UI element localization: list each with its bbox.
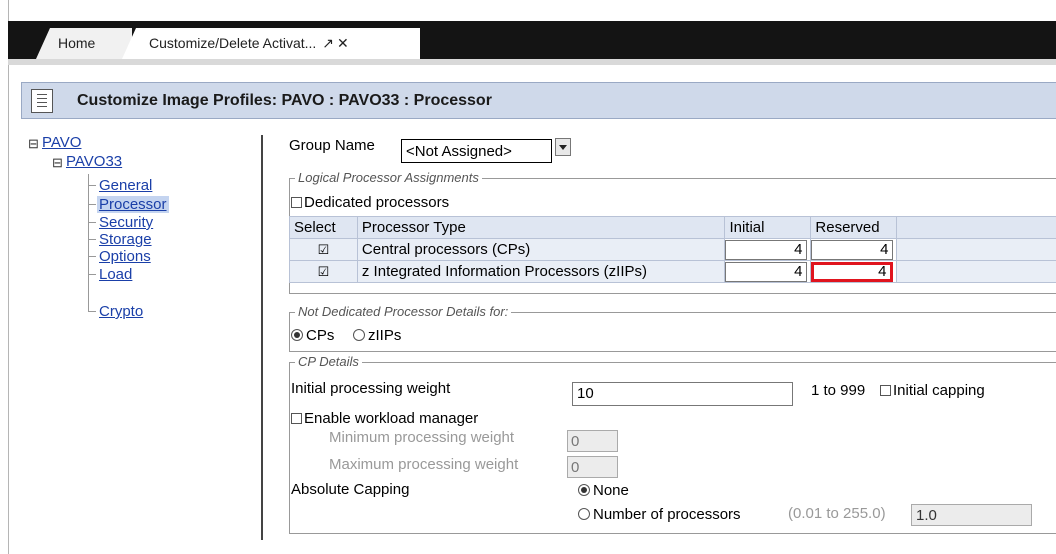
tree-line [88, 204, 96, 205]
table-row: ☑ z Integrated Information Processors (z… [289, 260, 1056, 283]
initial-capping-label: Initial capping [893, 382, 985, 399]
capping-none-label: None [593, 482, 629, 499]
dedicated-processors[interactable]: Dedicated processors [291, 194, 449, 211]
tree-item-general[interactable]: General [99, 177, 152, 194]
tree-item-crypto[interactable]: Crypto [99, 303, 143, 320]
initial-capping[interactable]: Initial capping [880, 382, 985, 399]
weight-range: 1 to 999 [811, 382, 866, 399]
tree-line [88, 222, 96, 223]
page-header: Customize Image Profiles: PAVO : PAVO33 … [21, 82, 1056, 119]
tab-home[interactable]: Home [36, 28, 132, 59]
tree-line [88, 274, 96, 275]
tree-item-storage[interactable]: Storage [99, 231, 152, 248]
tab-home-label: Home [58, 35, 96, 51]
processor-type-cell: z Integrated Information Processors (zII… [356, 260, 726, 283]
chevron-down-icon[interactable] [555, 138, 571, 156]
radio-cps-button[interactable] [291, 329, 303, 341]
radio-cps[interactable]: CPs [291, 327, 334, 344]
tree-item-options[interactable]: Options [99, 248, 151, 265]
page-title: Customize Image Profiles: PAVO : PAVO33 … [77, 92, 492, 109]
radio-ziips-label: zIIPs [368, 327, 402, 344]
initial-cell: 4 [724, 260, 812, 283]
col-reserved: Reserved [810, 216, 898, 239]
enable-wlm-label: Enable workload manager [304, 410, 479, 427]
reserved-cell: 4 [810, 238, 898, 261]
max-weight-label: Maximum processing weight [329, 456, 519, 473]
table-row: ☑ Central processors (CPs) 4 4 [289, 238, 1056, 261]
tree-line [88, 174, 89, 312]
initial-weight-label: Initial processing weight [291, 380, 451, 397]
tab-customize-delete-activation[interactable]: Customize/Delete Activat... ↗ ✕ [122, 28, 420, 59]
tree-item-load[interactable]: Load [99, 266, 132, 283]
processor-type-cell: Central processors (CPs) [356, 238, 726, 261]
initial-input[interactable]: 4 [725, 239, 808, 260]
dedicated-checkbox[interactable] [291, 197, 302, 208]
panel-splitter[interactable] [261, 135, 263, 540]
reserved-input[interactable]: 4 [811, 239, 894, 260]
spacer-cell [896, 238, 1056, 261]
min-weight-label: Minimum processing weight [329, 429, 515, 446]
processor-table: Select Processor Type Initial Reserved ☑… [289, 216, 1056, 283]
pop-out-icon[interactable]: ↗ [322, 35, 334, 51]
tab-separator [8, 59, 1056, 65]
row-select-checkbox[interactable]: ☑ [289, 238, 358, 261]
cp-details-legend: CP Details [295, 354, 362, 369]
capping-none-radio[interactable] [578, 484, 590, 496]
processors-input[interactable]: 1.0 [911, 504, 1032, 526]
tree-line [88, 239, 96, 240]
initial-weight-input[interactable]: 10 [572, 382, 793, 406]
capping-number[interactable]: Number of processors [578, 506, 741, 523]
col-spacer [896, 216, 1056, 239]
row-select-checkbox[interactable]: ☑ [289, 260, 358, 283]
tree-line [88, 256, 96, 257]
checkmark-icon: ☑ [317, 263, 330, 279]
table-header-row: Select Processor Type Initial Reserved [289, 216, 1056, 239]
tree-item-security[interactable]: Security [99, 214, 153, 231]
dedicated-label: Dedicated processors [304, 194, 450, 211]
initial-capping-checkbox[interactable] [880, 385, 891, 396]
collapse-icon[interactable]: ⊟ [52, 155, 63, 171]
min-weight-input[interactable]: 0 [567, 430, 618, 452]
capping-number-label: Number of processors [593, 506, 741, 523]
radio-ziips[interactable]: zIIPs [353, 327, 401, 344]
capping-number-radio[interactable] [578, 508, 590, 520]
tree-item-processor[interactable]: Processor [97, 196, 169, 213]
radio-cps-label: CPs [306, 327, 335, 344]
document-icon [31, 89, 53, 113]
checkmark-icon: ☑ [317, 241, 330, 257]
tree-line [88, 185, 96, 186]
radio-ziips-button[interactable] [353, 329, 365, 341]
processors-range: (0.01 to 255.0) [788, 505, 886, 522]
absolute-capping-label: Absolute Capping [291, 481, 410, 498]
tree-node-root[interactable]: PAVO [42, 134, 81, 151]
enable-wlm-checkbox[interactable] [291, 413, 302, 424]
not-dedicated-legend: Not Dedicated Processor Details for: [295, 304, 512, 319]
spacer-cell [896, 260, 1056, 283]
col-processor-type: Processor Type [356, 216, 726, 239]
group-name-select[interactable]: <Not Assigned> [401, 139, 552, 163]
close-tab-icon[interactable]: ✕ [337, 35, 349, 51]
enable-wlm[interactable]: Enable workload manager [291, 410, 478, 427]
initial-input[interactable]: 4 [725, 261, 808, 282]
tree-node-profile[interactable]: PAVO33 [66, 153, 122, 170]
col-initial: Initial [724, 216, 812, 239]
tree-line [88, 311, 96, 312]
group-name-label: Group Name [289, 137, 375, 154]
reserved-input-highlighted[interactable]: 4 [811, 261, 894, 282]
initial-cell: 4 [724, 238, 812, 261]
tab-customize-label: Customize/Delete Activat... [149, 35, 317, 51]
reserved-cell: 4 [810, 260, 898, 283]
col-select: Select [289, 216, 358, 239]
logical-legend: Logical Processor Assignments [295, 170, 482, 185]
capping-none[interactable]: None [578, 482, 629, 499]
max-weight-input[interactable]: 0 [567, 456, 618, 478]
collapse-icon[interactable]: ⊟ [28, 136, 39, 152]
